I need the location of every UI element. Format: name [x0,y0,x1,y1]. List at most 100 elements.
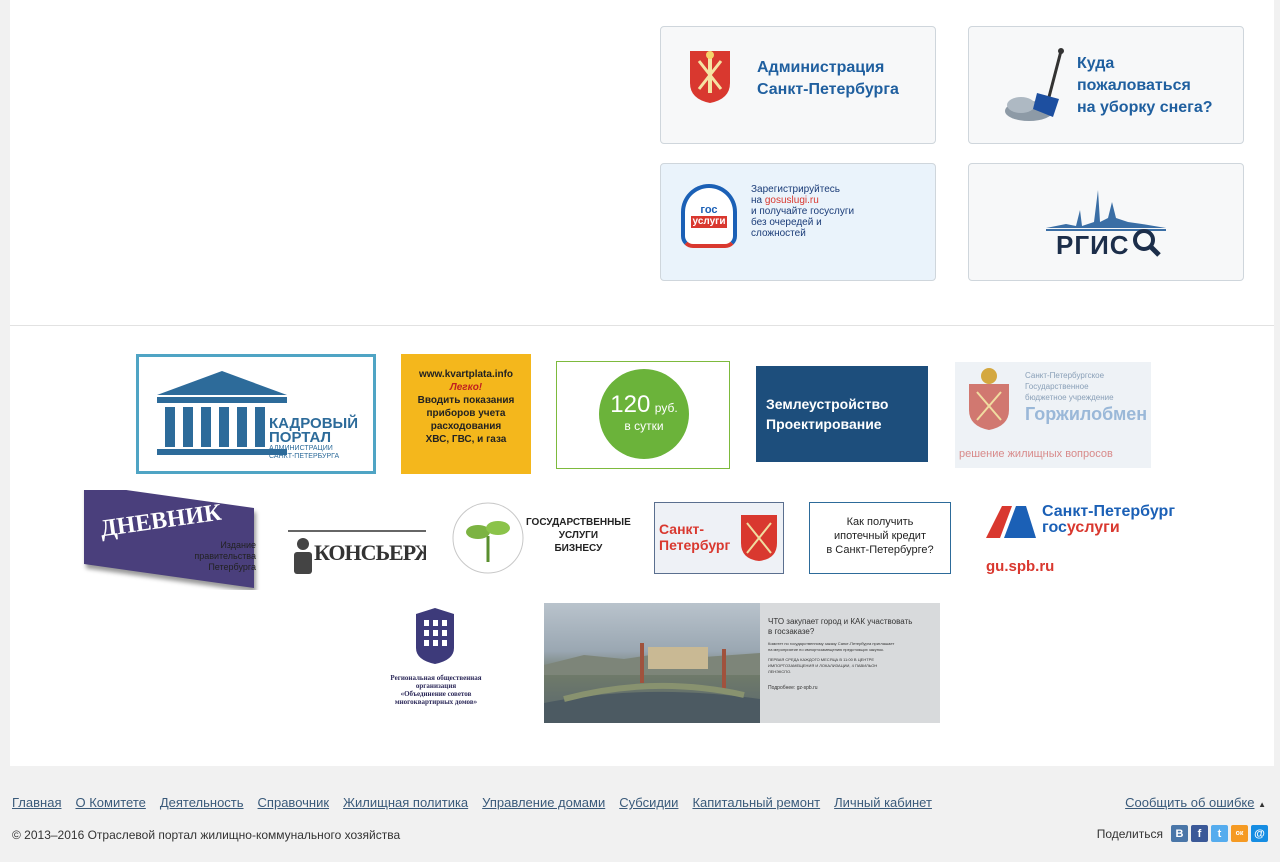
gorzh-line1: Санкт-Петербургское [1025,371,1105,380]
banner-konsierge[interactable]: КОНСЬЕРЖЪ [288,530,426,582]
share-label: Поделиться [1096,826,1163,841]
facebook-icon[interactable]: f [1191,825,1208,842]
spbgos-uslugi: услуги [1066,519,1120,536]
footer-link-home[interactable]: Главная [12,795,61,810]
banner-kvartplata[interactable]: www.kvartplata.info Легко! Вводить показ… [401,354,531,474]
gosuslugi-text-line3: и получайте госуслуги [751,206,855,217]
dnevnik-line1: Издание [220,540,256,550]
main-content: Администрация Санкт-Петербурга Куда пожа… [10,0,1274,766]
admin-card-line1: Администрация [757,59,885,76]
snow-card-line1: Куда [1077,55,1115,72]
p120-per-day: в сутки [624,419,664,433]
snow-card-line2: пожаловаться [1077,77,1191,94]
footer-link-capital-repair[interactable]: Капитальный ремонт [692,795,820,810]
footer-link-about[interactable]: О Комитете [75,795,145,810]
rgis-logo-text: РГИС [1056,230,1130,260]
odnoklassniki-icon[interactable]: ок [1231,825,1248,842]
vk-icon[interactable]: В [1171,825,1188,842]
gosuslugi-logo-gos: гос [700,203,718,216]
admin-spb-card[interactable]: Администрация Санкт-Петербурга [660,26,936,144]
spb-coat-of-arms-icon [690,51,730,103]
business-line3: БИЗНЕСУ [554,543,603,554]
credit-line1: Как получить [846,516,914,528]
credit-line2: ипотечный кредит [834,530,926,542]
banner-spb-gosuslugi[interactable]: Санкт-Петербург госуслуги gu.spb.ru [976,490,1208,586]
spb-shield-icon [741,515,777,561]
copyright-text: © 2013–2016 Отраслевой портал жилищно-ко… [12,828,401,842]
banner-goszakaz[interactable]: ЧТО закупает город и КАК участвовать в г… [544,603,940,723]
gorzh-line4: Горжилобмен [1025,404,1148,424]
banner-gorzhilobmen[interactable]: Санкт-Петербургское Государственное бюдж… [955,362,1151,468]
kvartplata-line5: расходования [430,421,502,432]
obed-line3: «Объединение советов [400,690,472,698]
banner-mortgage[interactable]: Как получить ипотечный кредит в Санкт-Пе… [809,502,951,574]
konsierge-title: КОНСЬЕРЖЪ [314,540,426,565]
kvartplata-line6: ХВС, ГВС, и газа [425,434,507,445]
banner-dnevnik[interactable]: ДНЕВНИК Издание правительства Петербурга [80,490,262,590]
mailru-icon[interactable]: @ [1251,825,1268,842]
kvartplata-line3: Вводить показания [417,395,515,406]
doorman-icon [294,538,312,574]
footer-link-subsidies[interactable]: Субсидии [619,795,678,810]
banner-obedinenie-sovetov[interactable]: Региональная общественная организация «О… [360,606,512,716]
footer-link-house-management[interactable]: Управление домами [482,795,605,810]
gosuslugi-text-line2: на gosuslugi.ru [751,195,854,206]
gorzh-line3: бюджетное учреждение [1025,393,1114,402]
kvartplata-line1: www.kvartplata.info [418,369,514,380]
credit-line3: в Санкт-Петербурге? [826,544,934,556]
sprout-icon [452,502,524,574]
spb-line1: Санкт- [659,521,705,537]
twitter-icon[interactable]: t [1211,825,1228,842]
gosuslugi-logo: гос услуги [681,184,737,248]
footer-link-activity[interactable]: Деятельность [160,795,244,810]
goszakaz-heading1: ЧТО закупает город и КАК участвовать [768,617,913,626]
obed-line1: Региональная общественная [390,674,482,682]
snow-card-line3: на уборку снега? [1077,99,1213,116]
zemle-line1: Землеустройство [766,396,889,412]
spit-of-vasilievsky-icon [544,643,760,723]
city-photo [544,603,760,723]
goszakaz-text5: ЛЕНЭКСПО. [768,669,792,674]
banner-business-services[interactable]: ГОСУДАРСТВЕННЫЕ УСЛУГИ БИЗНЕСУ [450,496,636,580]
kvartplata-line4: приборов учета [426,408,506,419]
report-error-link[interactable]: Сообщить об ошибке [1125,795,1254,810]
spbgos-gos: гос [1042,519,1067,536]
dnevnik-line3: Петербурга [208,562,256,572]
banner-spb[interactable]: Санкт- Петербург [654,502,784,574]
banner-120-rub[interactable]: 120 руб. в сутки [556,361,730,469]
footer-link-directory[interactable]: Справочник [258,795,330,810]
banner-kadrovy-portal[interactable]: КАДРОВЫЙ ПОРТАЛ АДМИНИСТРАЦИИ САНКТ-ПЕТЕ… [136,354,376,474]
spb-emblem-icon [969,368,1009,430]
apartment-building-icon [416,608,454,664]
rgis-card[interactable]: РГИС [968,163,1244,281]
spbgos-url: gu.spb.ru [986,558,1055,575]
rgis-logo: РГИС [1046,182,1166,262]
gosuslugi-card[interactable]: гос услуги Зарегистрируйтесь на gosuslug… [660,163,936,281]
business-line1: ГОСУДАРСТВЕННЫЕ [526,517,631,528]
gosuslugi-site-link: gosuslugi.ru [764,195,819,206]
snow-complaint-card[interactable]: Куда пожаловаться на уборку снега? [968,26,1244,144]
city-skyline-icon [1046,190,1166,231]
spb-line2: Петербург [659,537,731,553]
p120-number: 120 [610,391,651,418]
obed-line4: многоквартирных домов» [394,698,478,706]
gosuslugi-text-line5: сложностей [751,228,806,239]
footer-link-housing-policy[interactable]: Жилищная политика [343,795,468,810]
report-error: Сообщить об ошибке ▲ [1125,795,1266,810]
gorzh-line5: решение жилищных вопросов [959,448,1113,460]
gosuslugi-text-line4: без очередей и [751,217,822,228]
obed-line2: организация [415,682,457,690]
scroll-up-icon[interactable]: ▲ [1258,800,1266,809]
banner-zemleustroistvo[interactable]: Землеустройство Проектирование [756,366,928,462]
snow-shovel-icon [1005,48,1064,121]
gorzh-line2: Государственное [1025,382,1089,391]
admin-card-line2: Санкт-Петербурга [757,81,899,98]
dnevnik-line2: правительства [194,551,256,561]
spbgos-line1: Санкт-Петербург [1042,503,1175,520]
kadr-line3: АДМИНИСТРАЦИИ [269,445,333,452]
gosuslugi-text-line1: Зарегистрируйтесь [751,184,840,195]
footer-link-personal-account[interactable]: Личный кабинет [834,795,932,810]
green-circle: 120 руб. в сутки [599,369,689,459]
business-line2: УСЛУГИ [558,530,599,541]
goszakaz-text2: на мероприятие по импортозамещению предс… [768,647,884,652]
